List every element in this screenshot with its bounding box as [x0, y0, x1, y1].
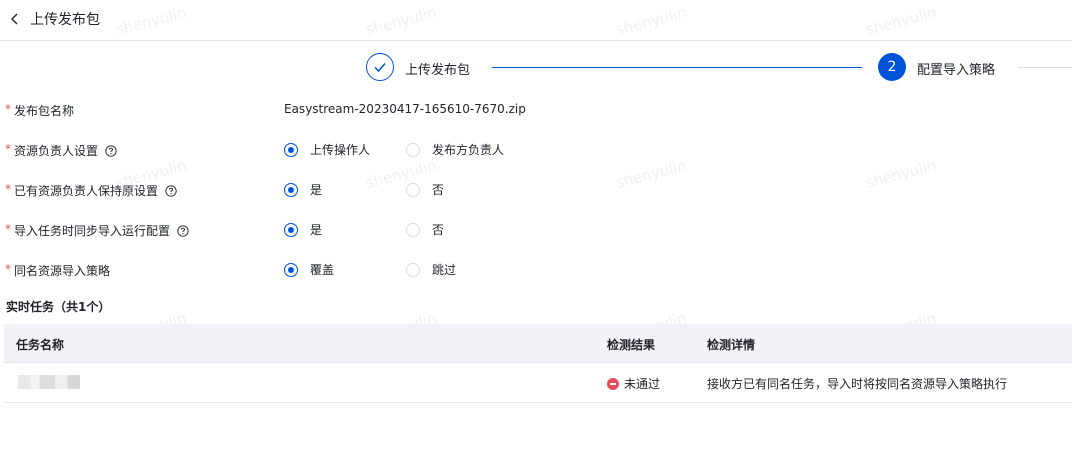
- radio-keep-no[interactable]: 否: [406, 181, 444, 198]
- required-mark: *: [5, 182, 11, 196]
- form-row-package-name: * 发布包名称 Easystream-20230417-165610-7670.…: [0, 99, 1072, 123]
- required-mark: *: [5, 102, 11, 116]
- help-icon[interactable]: [165, 184, 177, 197]
- section-title: 实时任务（共1个）: [6, 300, 111, 314]
- required-mark: *: [5, 142, 11, 156]
- page-header: 上传发布包: [0, 0, 1072, 41]
- radio-label: 覆盖: [310, 263, 335, 277]
- column-header: 任务名称: [16, 338, 65, 352]
- radio-label: 否: [432, 183, 445, 197]
- form-label-text: 资源负责人设置: [14, 144, 99, 158]
- radio-dot: [406, 142, 420, 157]
- form-row-keep-owner: * 已有资源负责人保持原设置 是 否: [0, 179, 1072, 203]
- radio-dot: [406, 222, 420, 237]
- radio-dot: [284, 262, 298, 277]
- radio-dot: [406, 262, 420, 277]
- radio-publisher-owner[interactable]: 发布方负责人: [406, 141, 504, 158]
- radio-sync-no[interactable]: 否: [406, 221, 444, 238]
- form-row-same-name: * 同名资源导入策略 覆盖 跳过: [0, 259, 1072, 283]
- radio-dot: [284, 142, 298, 157]
- radio-label: 是: [310, 183, 323, 197]
- table-header: 任务名称 检测结果 检测详情: [4, 324, 1072, 363]
- radio-dot: [284, 222, 298, 237]
- radio-dot: [406, 182, 420, 197]
- form-row-sync-config: * 导入任务时同步导入运行配置 是 否: [0, 219, 1072, 243]
- radio-label: 否: [432, 223, 445, 237]
- check-result-text: 未通过: [624, 377, 661, 391]
- column-header: 检测详情: [707, 338, 756, 352]
- radio-sync-yes[interactable]: 是: [284, 221, 322, 238]
- steps-bar: 上传发布包 2 配置导入策略: [0, 52, 1072, 84]
- required-mark: *: [5, 262, 11, 276]
- step-2-number: 2: [878, 53, 906, 81]
- realtime-task-table: 任务名称 检测结果 检测详情 未通过 接收方已有同名任务，导入时将按同名资源导入…: [4, 324, 1072, 403]
- required-mark: *: [5, 222, 11, 236]
- radio-dot: [284, 182, 298, 197]
- form-label: 发布包名称: [14, 102, 74, 119]
- form-row-resource-owner: * 资源负责人设置 上传操作人 发布方负责人: [0, 139, 1072, 163]
- step-connector: [492, 67, 862, 68]
- chevron-left-icon: [8, 12, 22, 26]
- step-2-label: 配置导入策略: [917, 63, 996, 78]
- radio-overwrite[interactable]: 覆盖: [284, 261, 334, 278]
- help-icon[interactable]: [177, 224, 189, 237]
- check-result: 未通过: [607, 375, 660, 392]
- table-row: 未通过 接收方已有同名任务，导入时将按同名资源导入策略执行: [4, 363, 1072, 403]
- form-label-text: 已有资源负责人保持原设置: [14, 184, 159, 198]
- check-icon: [374, 63, 386, 73]
- step-1-label: 上传发布包: [405, 63, 471, 78]
- radio-label: 上传操作人: [310, 143, 371, 157]
- form-label-text: 发布包名称: [14, 104, 75, 118]
- radio-keep-yes[interactable]: 是: [284, 181, 322, 198]
- back-button[interactable]: 上传发布包: [8, 8, 104, 30]
- form-label-text: 导入任务时同步导入运行配置: [14, 224, 171, 238]
- form-label: 资源负责人设置: [14, 142, 117, 159]
- form-label: 导入任务时同步导入运行配置: [14, 222, 189, 239]
- form-label-text: 同名资源导入策略: [14, 264, 111, 278]
- radio-skip[interactable]: 跳过: [406, 261, 456, 278]
- radio-label: 跳过: [432, 263, 457, 277]
- page-title: 上传发布包: [30, 12, 100, 28]
- check-detail: 接收方已有同名任务，导入时将按同名资源导入策略执行: [707, 377, 1008, 391]
- radio-label: 是: [310, 223, 323, 237]
- package-name-value: Easystream-20230417-165610-7670.zip: [284, 102, 526, 116]
- radio-label: 发布方负责人: [432, 143, 505, 157]
- column-header: 检测结果: [607, 338, 656, 352]
- form-label: 已有资源负责人保持原设置: [14, 182, 177, 199]
- error-status-icon: [607, 377, 619, 390]
- step-connector: [1018, 67, 1072, 68]
- form-label: 同名资源导入策略: [14, 262, 110, 279]
- radio-uploader[interactable]: 上传操作人: [284, 141, 370, 158]
- help-icon[interactable]: [105, 144, 117, 157]
- redacted-task-name: [18, 375, 80, 389]
- step-done-indicator: [366, 53, 394, 81]
